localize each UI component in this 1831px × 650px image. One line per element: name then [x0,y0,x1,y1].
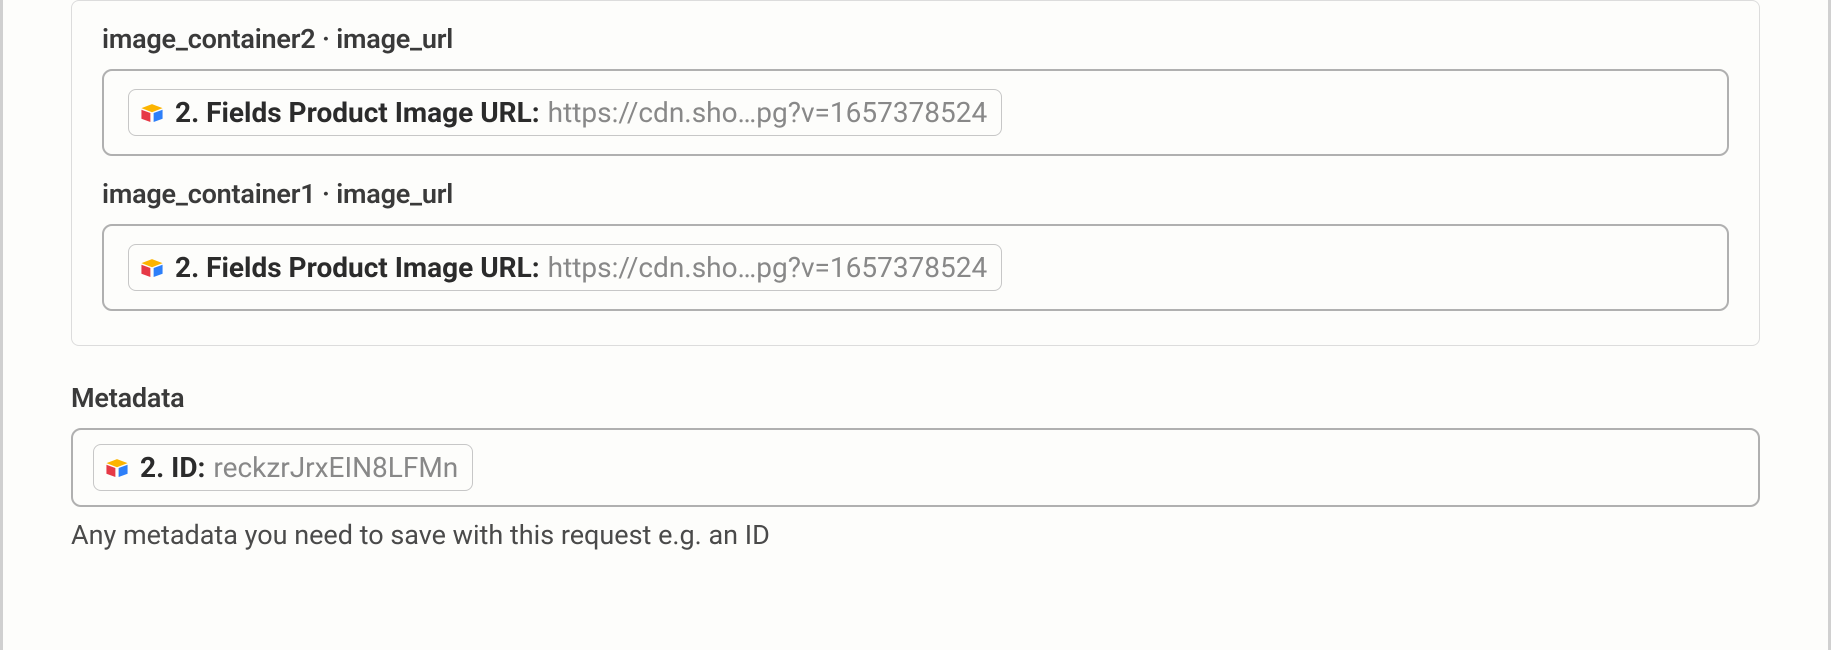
token-value: reckzrJrxEIN8LFMn [213,451,458,484]
variable-token[interactable]: 2. Fields Product Image URL: https://cdn… [128,244,1002,291]
token-value: https://cdn.sho…pg?v=1657378524 [548,96,988,129]
field-group-box: image_container2 · image_url 2. Fields P… [71,0,1760,346]
metadata-heading: Metadata [71,382,1760,414]
variable-token[interactable]: 2. ID: reckzrJrxEIN8LFMn [93,444,473,491]
metadata-input[interactable]: 2. ID: reckzrJrxEIN8LFMn [71,428,1760,507]
field-image-container2: image_container2 · image_url 2. Fields P… [102,23,1729,156]
field-label: image_container1 · image_url [102,178,1729,210]
field-label: image_container2 · image_url [102,23,1729,55]
metadata-section: Metadata 2. ID: reckzrJrxEIN8LFMn Any me… [71,382,1760,551]
variable-token[interactable]: 2. Fields Product Image URL: https://cdn… [128,89,1002,136]
token-prefix: 2. Fields Product Image URL: [175,96,540,129]
token-value: https://cdn.sho…pg?v=1657378524 [548,251,988,284]
airtable-icon [139,255,165,281]
field-input[interactable]: 2. Fields Product Image URL: https://cdn… [102,69,1729,156]
token-prefix: 2. Fields Product Image URL: [175,251,540,284]
field-input[interactable]: 2. Fields Product Image URL: https://cdn… [102,224,1729,311]
field-image-container1: image_container1 · image_url 2. Fields P… [102,178,1729,311]
airtable-icon [139,100,165,126]
metadata-helper-text: Any metadata you need to save with this … [71,519,1760,551]
outer-frame: image_container2 · image_url 2. Fields P… [0,0,1831,650]
airtable-icon [104,455,130,481]
token-prefix: 2. ID: [140,451,205,484]
inner-area: image_container2 · image_url 2. Fields P… [11,0,1820,650]
